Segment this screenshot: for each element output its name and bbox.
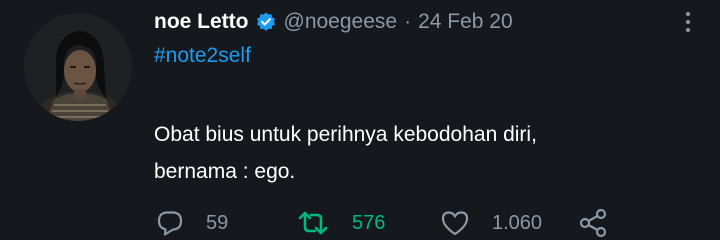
more-options-button[interactable] bbox=[676, 8, 700, 36]
author-name[interactable]: noe Letto bbox=[154, 10, 249, 34]
tweet-date[interactable]: 24 Feb 20 bbox=[418, 10, 513, 34]
hashtag-link[interactable]: #note2self bbox=[154, 44, 251, 68]
retweet-icon bbox=[298, 211, 328, 235]
retweet-button[interactable]: 576 bbox=[296, 206, 385, 240]
like-count: 1.060 bbox=[492, 211, 543, 234]
action-bar: 59 576 1.060 bbox=[154, 206, 720, 240]
more-dots-icon bbox=[686, 12, 690, 16]
verified-badge-icon bbox=[255, 11, 277, 33]
share-button[interactable] bbox=[578, 206, 608, 240]
tweet-card[interactable]: noe Letto @noegeese · 24 Feb 20 #note2se… bbox=[0, 0, 720, 240]
more-dots-icon bbox=[686, 20, 690, 24]
reply-button[interactable]: 59 bbox=[156, 206, 228, 240]
tweet-text-line: bernama : ego. bbox=[154, 160, 296, 183]
tweet-header: noe Letto @noegeese · 24 Feb 20 bbox=[154, 8, 513, 36]
author-handle[interactable]: @noegeese bbox=[284, 10, 398, 34]
tweet-text-line: Obat bius untuk perihnya kebodohan diri, bbox=[154, 123, 537, 146]
avatar[interactable] bbox=[24, 13, 132, 121]
reply-bubble-icon bbox=[157, 211, 183, 236]
more-dots-icon bbox=[686, 28, 690, 32]
header-separator: · bbox=[404, 10, 412, 33]
tweet-content: noe Letto @noegeese · 24 Feb 20 #note2se… bbox=[154, 0, 720, 240]
like-button[interactable]: 1.060 bbox=[440, 206, 542, 240]
share-icon bbox=[579, 208, 607, 238]
reply-count: 59 bbox=[206, 211, 229, 234]
tweet-text: Obat bius untuk perihnya kebodohan diri,… bbox=[154, 116, 694, 190]
retweet-count: 576 bbox=[352, 211, 386, 234]
heart-icon bbox=[441, 211, 469, 236]
avatar-photo bbox=[24, 13, 132, 121]
